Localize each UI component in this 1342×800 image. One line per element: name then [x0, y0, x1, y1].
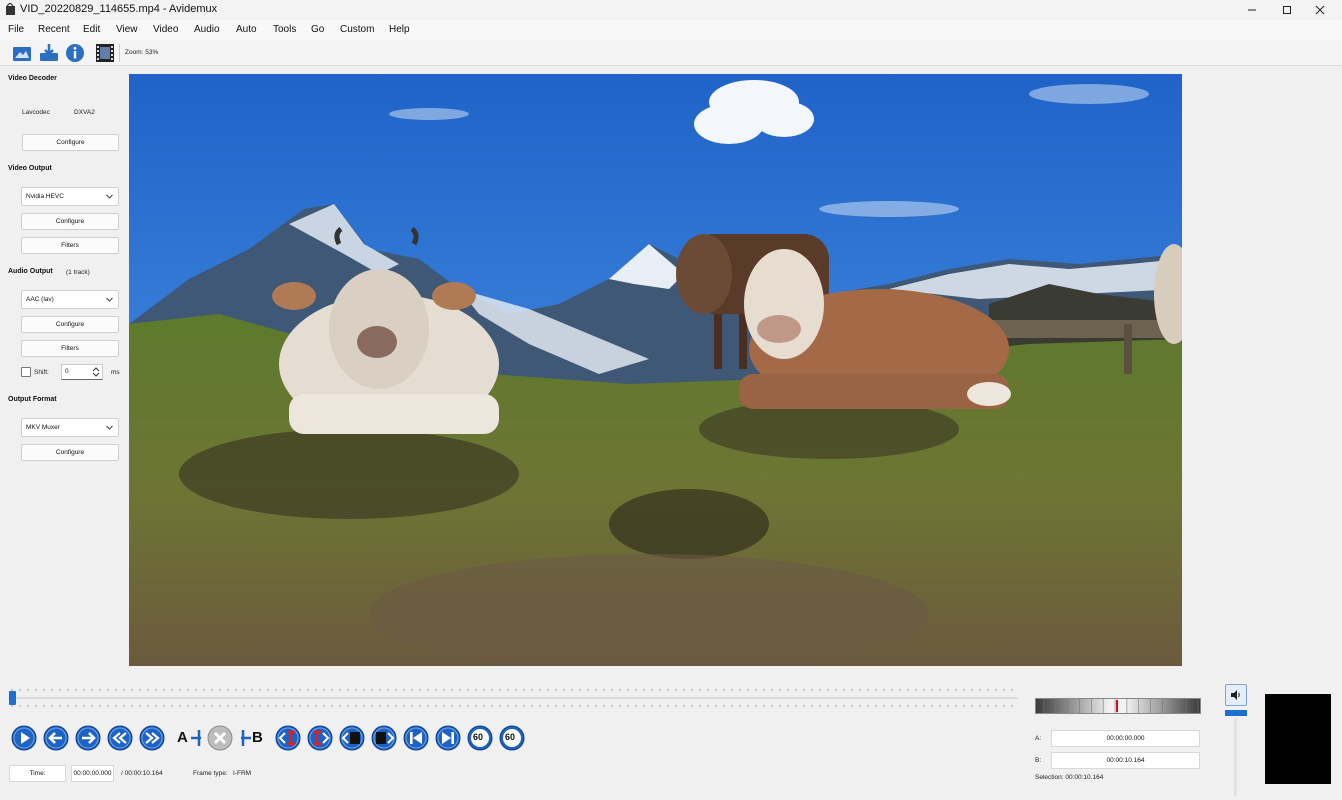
rewind-icon[interactable]: [107, 725, 133, 751]
current-time-field[interactable]: 00:00:00.000: [71, 765, 114, 782]
audio-codec-select[interactable]: AAC (lav): [21, 290, 119, 309]
muxer-configure-button[interactable]: Configure: [21, 444, 119, 461]
save-video-icon[interactable]: [39, 43, 59, 63]
next-black-frame-icon[interactable]: [371, 725, 397, 751]
window-title: VID_20220829_114655.mp4 - Avidemux: [20, 3, 218, 15]
next-keyframe-icon[interactable]: [307, 725, 333, 751]
shift-spinbox[interactable]: 0: [61, 364, 103, 380]
audio-codec-value: AAC (lav): [26, 296, 54, 303]
previous-keyframe-icon[interactable]: [275, 725, 301, 751]
mini-preview-panel: [1265, 694, 1331, 784]
decoder-codec: Lavcodec: [22, 109, 50, 116]
marker-b-letter: B: [252, 729, 263, 746]
shift-value: 0: [65, 368, 69, 375]
previous-frame-icon[interactable]: [43, 725, 69, 751]
selection-a-label: A:: [1035, 735, 1042, 742]
menu-view[interactable]: View: [116, 24, 138, 35]
selection-summary: Selection: 00:00:10.164: [1035, 774, 1104, 781]
shift-label: Shift:: [34, 369, 49, 376]
toolbar: Zoom: 53%: [0, 40, 1342, 66]
close-button[interactable]: [1298, 0, 1342, 20]
film-strip-icon[interactable]: [95, 43, 115, 63]
open-video-icon[interactable]: [12, 43, 32, 63]
output-format-title: Output Format: [8, 396, 57, 403]
shift-checkbox[interactable]: [21, 367, 31, 377]
audio-filters-button[interactable]: Filters: [21, 340, 119, 357]
menu-video[interactable]: Video: [153, 24, 178, 35]
muxer-select[interactable]: MKV Muxer: [21, 418, 119, 437]
menu-file[interactable]: File: [8, 24, 24, 35]
gauge-marker: [1116, 699, 1118, 713]
menu-help[interactable]: Help: [389, 24, 410, 35]
video-preview-frame: [129, 74, 1182, 666]
go-to-start-icon[interactable]: [403, 725, 429, 751]
minimize-icon: [1248, 9, 1256, 11]
time-label: Time:: [9, 765, 66, 782]
menu-audio[interactable]: Audio: [194, 24, 220, 35]
title-bar: VID_20220829_114655.mp4 - Avidemux: [0, 0, 1342, 20]
decoder-configure-button[interactable]: Configure: [22, 134, 119, 151]
audio-level-gauge: [1035, 698, 1201, 714]
set-marker-a-button[interactable]: A: [173, 727, 201, 749]
selection-a-field[interactable]: 00:00:00.000: [1051, 730, 1200, 747]
back-60s-button[interactable]: 60: [467, 725, 493, 751]
audio-output-title: Audio Output: [8, 268, 53, 275]
video-output-title: Video Output: [8, 165, 52, 172]
play-icon[interactable]: [11, 725, 37, 751]
forward-60s-label: 60: [505, 732, 516, 742]
timeline-playhead[interactable]: [9, 691, 16, 705]
close-icon: [1315, 5, 1325, 15]
frame-type-value: I-FRM: [233, 770, 252, 777]
video-codec-value: Nvidia HEVC: [26, 193, 64, 200]
selection-b-label: B:: [1035, 757, 1042, 764]
delete-selection-icon[interactable]: [207, 725, 233, 751]
chevron-down-icon: [106, 297, 113, 302]
chevron-down-icon: [106, 194, 113, 199]
volume-level-bar[interactable]: [1225, 710, 1247, 716]
volume-slider-track[interactable]: [1234, 718, 1237, 796]
menu-tools[interactable]: Tools: [273, 24, 296, 35]
set-marker-b-button[interactable]: B: [241, 727, 269, 749]
back-60s-label: 60: [473, 732, 484, 742]
maximize-icon: [1283, 6, 1291, 14]
chevron-down-icon: [106, 425, 113, 430]
properties-info-icon[interactable]: [65, 43, 85, 63]
menu-bar: File Recent Edit View Video Audio Auto T…: [0, 20, 1342, 40]
left-panel: Video Decoder Lavcodec DXVA2 Configure V…: [0, 67, 125, 667]
toolbar-separator: [119, 44, 120, 62]
audio-configure-button[interactable]: Configure: [21, 316, 119, 333]
forward-60s-button[interactable]: 60: [499, 725, 525, 751]
spin-arrows-icon[interactable]: [92, 366, 100, 378]
zoom-level: Zoom: 53%: [125, 49, 159, 56]
menu-edit[interactable]: Edit: [83, 24, 100, 35]
timeline-slider[interactable]: [8, 688, 1018, 708]
fast-forward-icon[interactable]: [139, 725, 165, 751]
menu-go[interactable]: Go: [311, 24, 324, 35]
total-duration: / 00:00:10.164: [121, 770, 163, 777]
video-codec-select[interactable]: Nvidia HEVC: [21, 187, 119, 206]
speaker-icon: [1231, 690, 1240, 700]
menu-auto[interactable]: Auto: [236, 24, 257, 35]
shift-unit: ms: [111, 369, 120, 376]
frame-type-label: Frame type:: [193, 770, 228, 777]
video-configure-button[interactable]: Configure: [21, 213, 119, 230]
muxer-value: MKV Muxer: [26, 424, 60, 431]
avidemux-app-icon: [6, 3, 15, 15]
marker-a-letter: A: [177, 729, 188, 746]
next-frame-icon[interactable]: [75, 725, 101, 751]
video-decoder-title: Video Decoder: [8, 75, 57, 82]
selection-b-field[interactable]: 00:00:10.164: [1051, 752, 1200, 769]
previous-black-frame-icon[interactable]: [339, 725, 365, 751]
menu-recent[interactable]: Recent: [38, 24, 70, 35]
video-filters-button[interactable]: Filters: [21, 237, 119, 254]
audio-track-count: (1 track): [66, 269, 90, 276]
menu-custom[interactable]: Custom: [340, 24, 374, 35]
volume-button[interactable]: [1225, 684, 1247, 706]
go-to-end-icon[interactable]: [435, 725, 461, 751]
decoder-accel: DXVA2: [74, 109, 95, 116]
